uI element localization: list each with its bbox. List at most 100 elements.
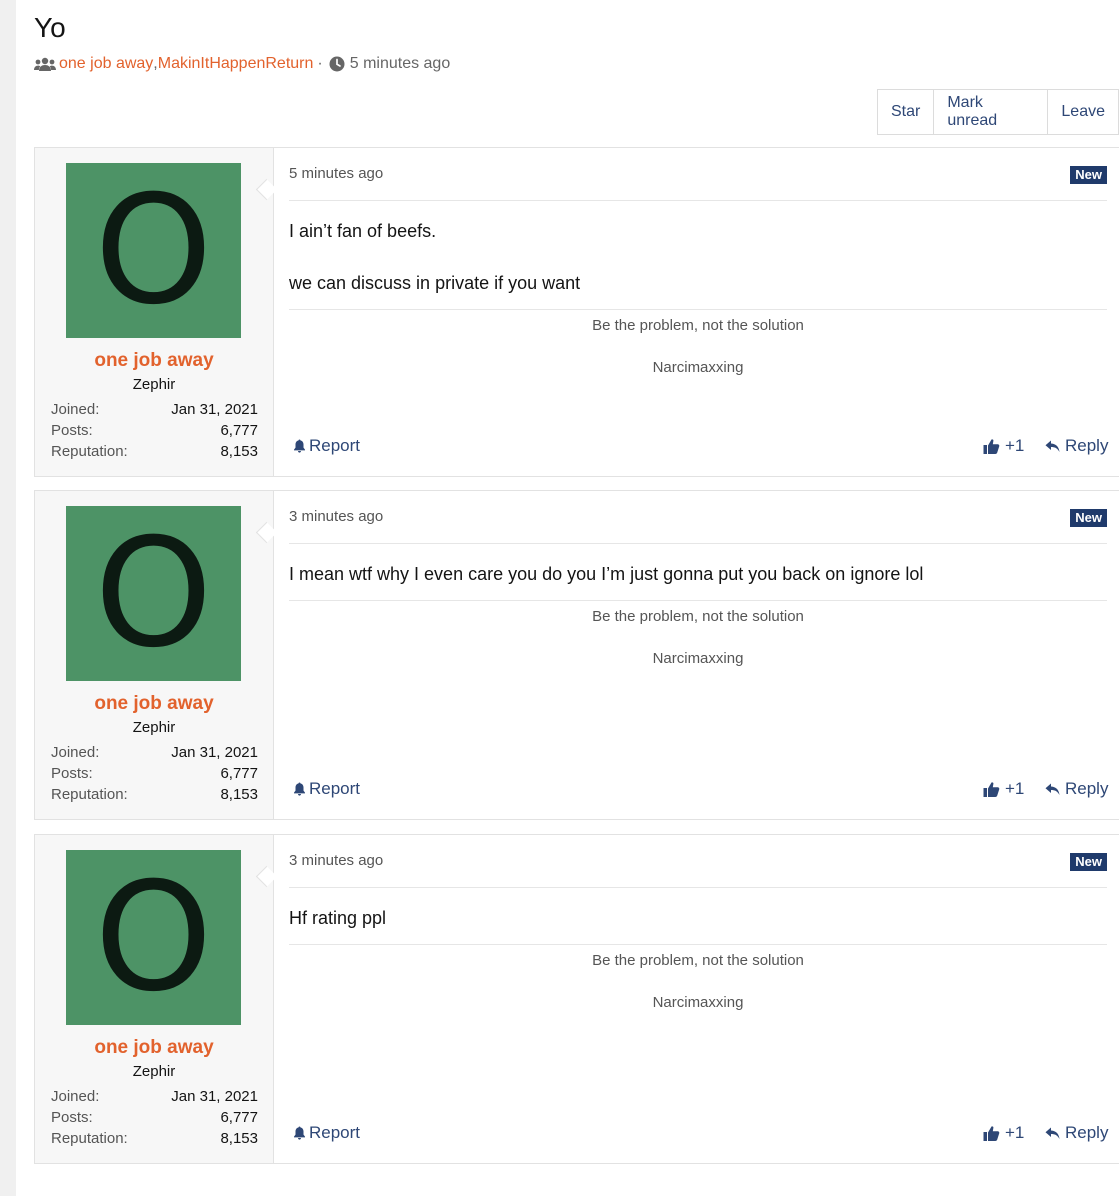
user-info: O one job away Zephir Joined: Jan 31, 202… <box>35 835 274 1163</box>
signature-line: Be the problem, not the solution <box>592 608 804 625</box>
user-info: O one job away Zephir Joined: Jan 31, 202… <box>35 491 274 819</box>
reply-label: Reply <box>1065 436 1109 455</box>
avatar[interactable]: O <box>66 850 241 1025</box>
user-title: Zephir <box>132 719 176 736</box>
thread-meta: one job away, MakinItHappenReturn · 5 mi… <box>34 55 450 73</box>
post-time[interactable]: 3 minutes ago <box>289 508 383 525</box>
stat-label: Posts: <box>51 765 93 782</box>
mark-unread-button[interactable]: Mark unread <box>934 90 1049 134</box>
reply-icon <box>1045 783 1060 795</box>
like-button[interactable]: +1 <box>983 779 1024 799</box>
left-gutter <box>0 0 16 1196</box>
participant-link[interactable]: one job away <box>59 55 153 73</box>
stat-value: 6,777 <box>220 1109 258 1126</box>
report-label: Report <box>309 1123 361 1142</box>
like-count: +1 <box>1005 779 1025 798</box>
message-paragraph: Hf rating ppl <box>289 908 387 928</box>
reply-label: Reply <box>1065 779 1109 798</box>
stat-reputation: Reputation: 8,153 <box>51 1130 258 1147</box>
report-label: Report <box>309 779 361 798</box>
stat-value: 8,153 <box>220 1130 258 1147</box>
reply-icon <box>1045 1127 1060 1139</box>
stat-label: Reputation: <box>51 1130 128 1147</box>
signature-line: Narcimaxxing <box>652 994 744 1011</box>
signature-divider <box>289 600 1107 601</box>
message-post: O one job away Zephir Joined: Jan 31, 202… <box>34 834 1119 1164</box>
post-content: 3 minutes ago New Hf rating ppl Be the p… <box>289 835 1108 1163</box>
new-badge: New <box>1070 509 1107 527</box>
stat-posts: Posts: 6,777 <box>51 422 258 439</box>
message-body: I ain’t fan of beefs. we can discuss in … <box>289 218 580 322</box>
star-button[interactable]: Star <box>878 90 935 134</box>
report-label: Report <box>309 436 361 455</box>
stat-value: 8,153 <box>220 443 258 460</box>
user-title: Zephir <box>132 376 176 393</box>
like-count: +1 <box>1005 436 1025 455</box>
reply-button[interactable]: Reply <box>1045 1123 1108 1143</box>
message-post: O one job away Zephir Joined: Jan 31, 202… <box>34 490 1119 820</box>
bell-icon <box>294 782 305 796</box>
divider <box>289 887 1107 888</box>
post-content: 3 minutes ago New I mean wtf why I even … <box>289 491 1108 819</box>
message-post: O one job away Zephir Joined: Jan 31, 202… <box>34 147 1119 477</box>
thumbs-up-icon <box>983 781 1000 797</box>
participant-link[interactable]: MakinItHappenReturn <box>158 55 314 73</box>
post-time[interactable]: 5 minutes ago <box>289 165 383 182</box>
stat-label: Posts: <box>51 422 93 439</box>
page-title: Yo <box>34 12 66 43</box>
message-paragraph: I ain’t fan of beefs. <box>289 221 437 241</box>
username-link[interactable]: one job away <box>35 693 273 715</box>
stat-posts: Posts: 6,777 <box>51 1109 258 1126</box>
stat-reputation: Reputation: 8,153 <box>51 786 258 803</box>
stat-reputation: Reputation: 8,153 <box>51 443 258 460</box>
signature-divider <box>289 309 1107 310</box>
stat-value: Jan 31, 2021 <box>171 1088 258 1105</box>
avatar-letter: O <box>94 506 213 681</box>
stat-label: Reputation: <box>51 786 128 803</box>
avatar[interactable]: O <box>66 163 241 338</box>
signature-line: Narcimaxxing <box>652 650 744 667</box>
message-paragraph: I mean wtf why I even care you do you I’… <box>289 564 924 584</box>
stat-posts: Posts: 6,777 <box>51 765 258 782</box>
new-badge: New <box>1070 166 1107 184</box>
reply-label: Reply <box>1065 1123 1109 1142</box>
stat-label: Posts: <box>51 1109 93 1126</box>
stat-label: Joined: <box>51 401 100 418</box>
message-body: I mean wtf why I even care you do you I’… <box>289 561 923 613</box>
stat-label: Reputation: <box>51 443 128 460</box>
message-paragraph: we can discuss in private if you want <box>289 273 581 293</box>
thumbs-up-icon <box>983 1125 1000 1141</box>
divider <box>289 200 1107 201</box>
stat-value: 6,777 <box>220 422 258 439</box>
signature-line: Narcimaxxing <box>652 359 744 376</box>
reply-icon <box>1045 440 1060 452</box>
signature-divider <box>289 944 1107 945</box>
users-icon <box>34 57 56 71</box>
signature-line: Be the problem, not the solution <box>592 317 804 334</box>
leave-button[interactable]: Leave <box>1048 90 1118 134</box>
stat-label: Joined: <box>51 744 100 761</box>
thumbs-up-icon <box>983 438 1000 454</box>
divider <box>289 543 1107 544</box>
like-button[interactable]: +1 <box>983 1123 1024 1143</box>
user-info: O one job away Zephir Joined: Jan 31, 202… <box>35 148 274 476</box>
username-link[interactable]: one job away <box>35 350 273 372</box>
reply-button[interactable]: Reply <box>1045 436 1108 456</box>
post-time[interactable]: 3 minutes ago <box>289 852 383 869</box>
conversation-actions: Star Mark unread Leave <box>877 89 1119 135</box>
avatar[interactable]: O <box>66 506 241 681</box>
stat-joined: Joined: Jan 31, 2021 <box>51 744 258 761</box>
thread-time: 5 minutes ago <box>349 55 451 72</box>
stat-joined: Joined: Jan 31, 2021 <box>51 401 258 418</box>
user-title: Zephir <box>132 1063 176 1080</box>
stat-joined: Joined: Jan 31, 2021 <box>51 1088 258 1105</box>
username-link[interactable]: one job away <box>35 1037 273 1059</box>
stat-value: Jan 31, 2021 <box>171 401 258 418</box>
report-button[interactable]: Report <box>293 1123 360 1143</box>
like-button[interactable]: +1 <box>983 436 1024 456</box>
report-button[interactable]: Report <box>293 779 360 799</box>
stat-value: 6,777 <box>220 765 258 782</box>
report-button[interactable]: Report <box>293 436 360 456</box>
signature-line: Be the problem, not the solution <box>592 952 804 969</box>
reply-button[interactable]: Reply <box>1045 779 1108 799</box>
